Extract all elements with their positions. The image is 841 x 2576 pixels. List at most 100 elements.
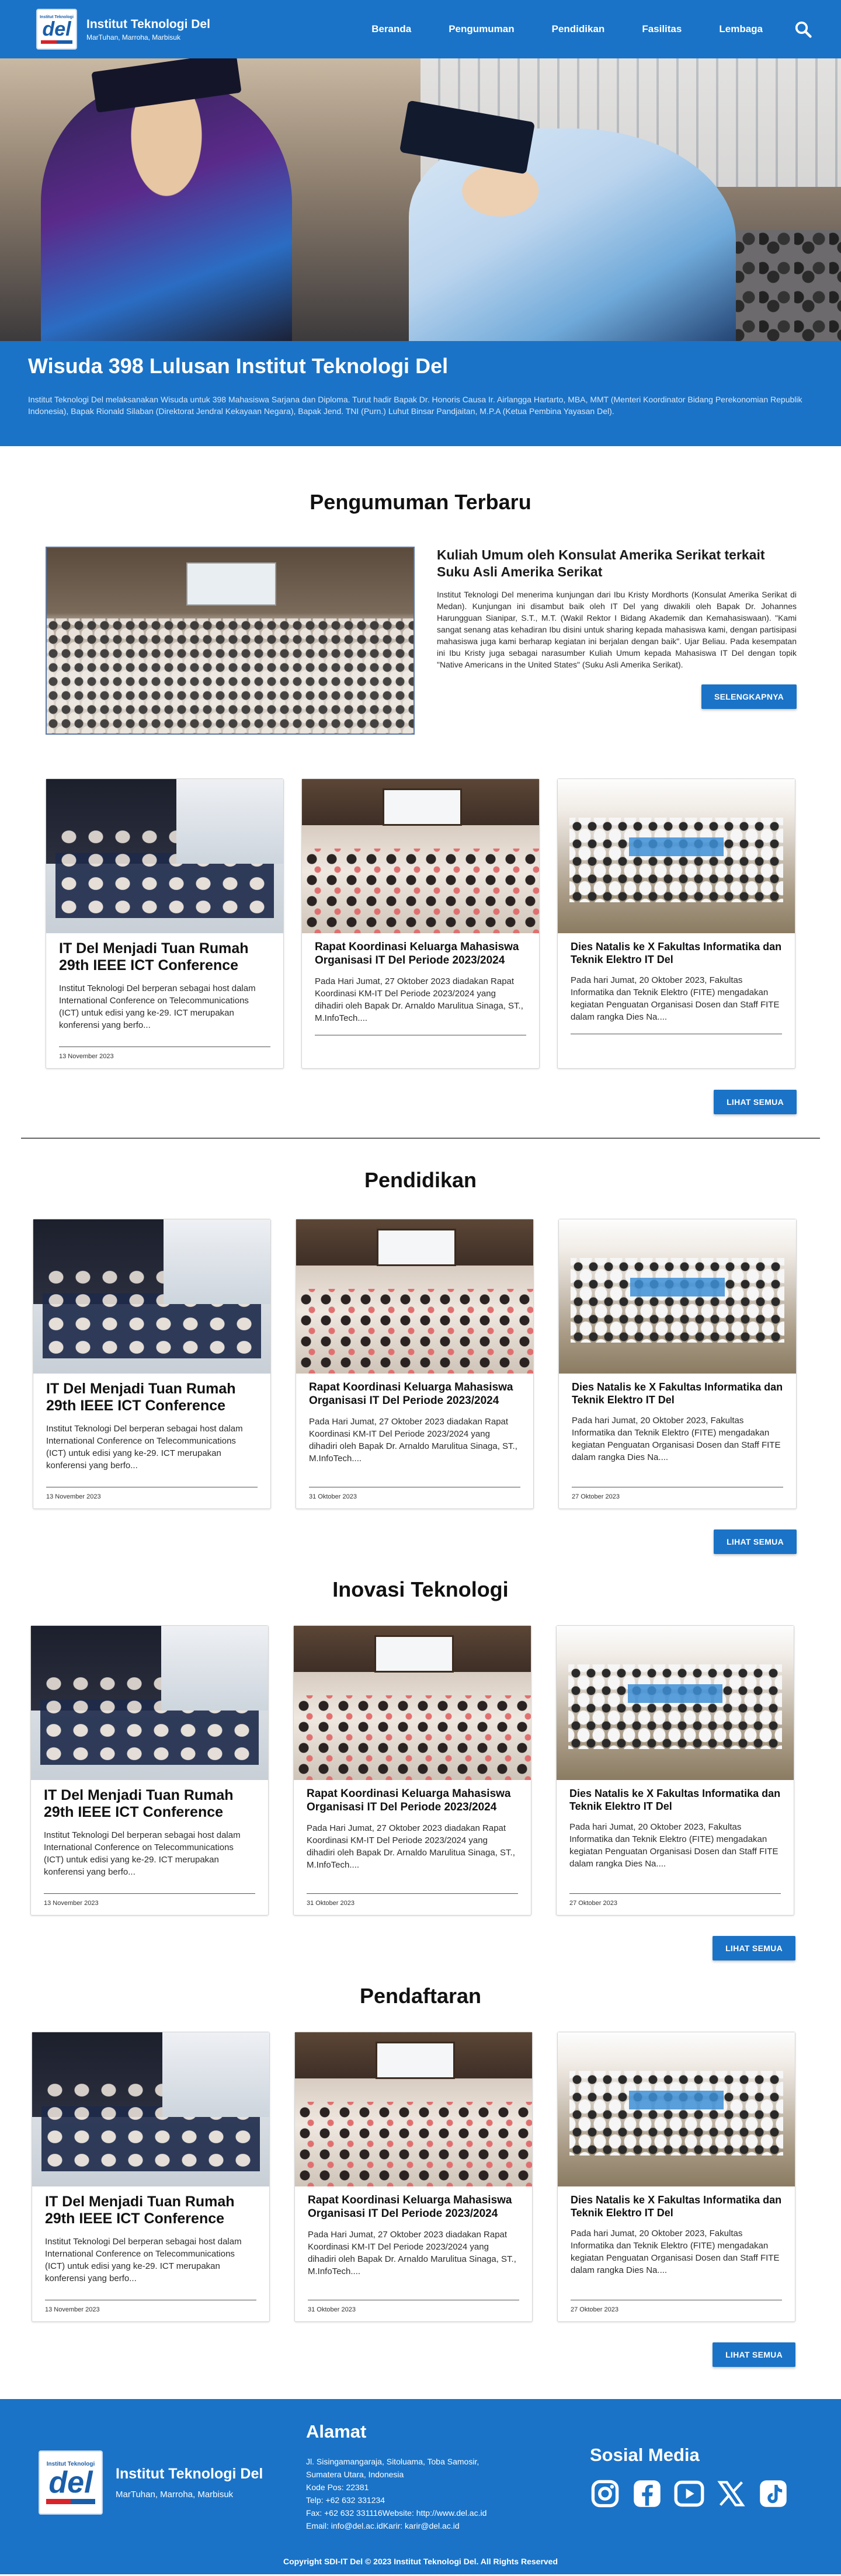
news-card[interactable]: IT Del Menjadi Tuan Rumah 29th IEEE ICT … (33, 1219, 271, 1509)
section-divider (21, 1138, 820, 1139)
education-cards: IT Del Menjadi Tuan Rumah 29th IEEE ICT … (33, 1219, 841, 1509)
news-card[interactable]: Dies Natalis ke X Fakultas Informatika d… (558, 1219, 797, 1509)
address-heading: Alamat (306, 2421, 367, 2442)
logo-text: del (42, 18, 71, 40)
card-title[interactable]: Dies Natalis ke X Fakultas Informatika d… (571, 940, 782, 966)
card-text: Pada Hari Jumat, 27 Oktober 2023 diadaka… (315, 976, 523, 1023)
card-date: 27 Oktober 2023 (571, 2306, 618, 2313)
news-card[interactable]: Dies Natalis ke X Fakultas Informatika d… (557, 778, 795, 1069)
fax-website[interactable]: Fax: +62 632 331116Website: http://www.d… (306, 2507, 486, 2519)
card-image (558, 779, 795, 933)
footer-social: Sosial Media (590, 2445, 788, 2509)
see-all-button[interactable]: LIHAT SEMUA (713, 1936, 795, 1960)
section-title: Pendidikan (364, 1168, 477, 1192)
card-image (33, 1219, 270, 1374)
search-icon[interactable] (794, 20, 812, 38)
postal-code: Kode Pos: 22381 (306, 2483, 369, 2492)
card-date: 13 November 2023 (45, 2306, 100, 2313)
footer-brand-motto: MarTuhan, Marroha, Marbisuk (116, 2490, 234, 2499)
footer-brand[interactable]: Institut Teknologi del Institut Teknolog… (39, 2450, 263, 2515)
news-card[interactable]: Dies Natalis ke X Fakultas Informatika d… (556, 1625, 794, 1916)
card-image (558, 2032, 795, 2186)
see-all-button[interactable]: LIHAT SEMUA (713, 2342, 795, 2367)
nav-link-fasilitas[interactable]: Fasilitas (623, 23, 700, 35)
hero-title[interactable]: Wisuda 398 Lulusan Institut Teknologi De… (28, 354, 813, 378)
youtube-icon[interactable] (674, 2478, 704, 2509)
card-date: 13 November 2023 (44, 1900, 99, 1907)
hero-image (0, 58, 841, 341)
card-text: Pada hari Jumat, 20 Oktober 2023, Fakult… (571, 2229, 780, 2275)
featured-title[interactable]: Kuliah Umum oleh Konsulat Amerika Serika… (437, 547, 797, 580)
email-career[interactable]: Email: info@del.ac.idKarir: karir@del.ac… (306, 2519, 486, 2532)
card-date: 13 November 2023 (59, 1053, 114, 1060)
news-card[interactable]: Rapat Koordinasi Keluarga Mahasiswa Orga… (296, 1219, 534, 1509)
news-card[interactable]: IT Del Menjadi Tuan Rumah 29th IEEE ICT … (32, 2032, 270, 2322)
see-all-button[interactable]: LIHAT SEMUA (714, 1090, 797, 1114)
card-title[interactable]: IT Del Menjadi Tuan Rumah 29th IEEE ICT … (45, 2193, 256, 2227)
news-card[interactable]: IT Del Menjadi Tuan Rumah 29th IEEE ICT … (30, 1625, 269, 1916)
card-title[interactable]: Dies Natalis ke X Fakultas Informatika d… (571, 2193, 782, 2219)
card-title[interactable]: Rapat Koordinasi Keluarga Mahasiswa Orga… (307, 1787, 518, 1814)
card-title[interactable]: IT Del Menjadi Tuan Rumah 29th IEEE ICT … (59, 940, 270, 974)
logo-stripe (41, 40, 72, 44)
footer-logo: Institut Teknologi del (39, 2450, 103, 2515)
footer-brand-name: Institut Teknologi Del (116, 2466, 263, 2482)
card-date: 27 Oktober 2023 (569, 1900, 617, 1907)
card-text: Pada hari Jumat, 20 Oktober 2023, Fakult… (572, 1416, 781, 1462)
read-more-button[interactable]: SELENGKAPNYA (701, 684, 797, 709)
hero-body: Wisuda 398 Lulusan Institut Teknologi De… (0, 341, 841, 446)
card-title[interactable]: Rapat Koordinasi Keluarga Mahasiswa Orga… (309, 1381, 520, 1407)
innovation-section: Inovasi Teknologi IT Del Menjadi Tuan Ru… (0, 1577, 841, 1960)
card-image (296, 1219, 533, 1374)
card-title[interactable]: IT Del Menjadi Tuan Rumah 29th IEEE ICT … (44, 1787, 255, 1821)
news-card[interactable]: Rapat Koordinasi Keluarga Mahasiswa Orga… (294, 2032, 533, 2322)
card-text: Pada Hari Jumat, 27 Oktober 2023 diadaka… (307, 1823, 515, 1870)
card-date: 31 Oktober 2023 (307, 1900, 355, 1907)
card-text: Institut Teknologi Del berperan sebagai … (59, 983, 256, 1030)
news-card[interactable]: Rapat Koordinasi Keluarga Mahasiswa Orga… (293, 1625, 531, 1916)
card-date: 31 Oktober 2023 (309, 1493, 357, 1500)
card-text: Institut Teknologi Del berperan sebagai … (46, 1424, 243, 1470)
news-card[interactable]: Rapat Koordinasi Keluarga Mahasiswa Orga… (301, 778, 540, 1069)
card-title[interactable]: Rapat Koordinasi Keluarga Mahasiswa Orga… (308, 2193, 519, 2220)
card-text: Pada Hari Jumat, 27 Oktober 2023 diadaka… (308, 2230, 516, 2276)
card-text: Pada Hari Jumat, 27 Oktober 2023 diadaka… (309, 1417, 517, 1463)
nav-link-lembaga[interactable]: Lembaga (700, 23, 781, 35)
announcement-cards: IT Del Menjadi Tuan Rumah 29th IEEE ICT … (46, 778, 841, 1069)
card-text: Pada hari Jumat, 20 Oktober 2023, Fakult… (569, 1822, 779, 1869)
card-title[interactable]: Rapat Koordinasi Keluarga Mahasiswa Orga… (315, 940, 526, 967)
featured-image[interactable] (46, 547, 415, 735)
card-text: Institut Teknologi Del berperan sebagai … (44, 1830, 241, 1877)
tiktok-icon[interactable] (758, 2478, 788, 2509)
footer: Institut Teknologi del Institut Teknolog… (0, 2399, 841, 2574)
section-title: Pengumuman Terbaru (310, 490, 531, 514)
featured-announcement: Kuliah Umum oleh Konsulat Amerika Serika… (46, 547, 797, 735)
phone: Telp: +62 632 331234 (306, 2495, 385, 2505)
social-heading: Sosial Media (590, 2445, 700, 2465)
news-card[interactable]: IT Del Menjadi Tuan Rumah 29th IEEE ICT … (46, 778, 284, 1069)
address-line: Sumatera Utara, Indonesia (306, 2470, 404, 2479)
registration-cards: IT Del Menjadi Tuan Rumah 29th IEEE ICT … (32, 2032, 841, 2322)
card-title[interactable]: Dies Natalis ke X Fakultas Informatika d… (569, 1787, 781, 1813)
instagram-icon[interactable] (590, 2478, 620, 2509)
brand[interactable]: Institut Teknologi del Institut Teknolog… (36, 9, 210, 50)
card-text: Institut Teknologi Del berperan sebagai … (45, 2237, 242, 2283)
card-title[interactable]: Dies Natalis ke X Fakultas Informatika d… (572, 1381, 783, 1406)
section-title: Inovasi Teknologi (332, 1577, 509, 1601)
card-date: 13 November 2023 (46, 1493, 101, 1500)
navbar: Institut Teknologi del Institut Teknolog… (0, 0, 841, 58)
innovation-cards: IT Del Menjadi Tuan Rumah 29th IEEE ICT … (30, 1625, 841, 1916)
see-all-button[interactable]: LIHAT SEMUA (714, 1529, 797, 1554)
nav-link-beranda[interactable]: Beranda (353, 23, 430, 35)
nav-link-pengumuman[interactable]: Pengumuman (430, 23, 533, 35)
card-date: 27 Oktober 2023 (572, 1493, 620, 1500)
logo-stripe (46, 2499, 95, 2504)
card-image (294, 1626, 531, 1780)
card-title[interactable]: IT Del Menjadi Tuan Rumah 29th IEEE ICT … (46, 1381, 258, 1414)
x-icon[interactable] (716, 2478, 746, 2509)
facebook-icon[interactable] (632, 2478, 662, 2509)
announcements-section: Pengumuman Terbaru Kuliah Umum oleh Kons… (0, 490, 841, 1114)
brand-motto: MarTuhan, Marroha, Marbisuk (86, 33, 180, 41)
news-card[interactable]: Dies Natalis ke X Fakultas Informatika d… (557, 2032, 795, 2322)
nav-link-pendidikan[interactable]: Pendidikan (533, 23, 624, 35)
